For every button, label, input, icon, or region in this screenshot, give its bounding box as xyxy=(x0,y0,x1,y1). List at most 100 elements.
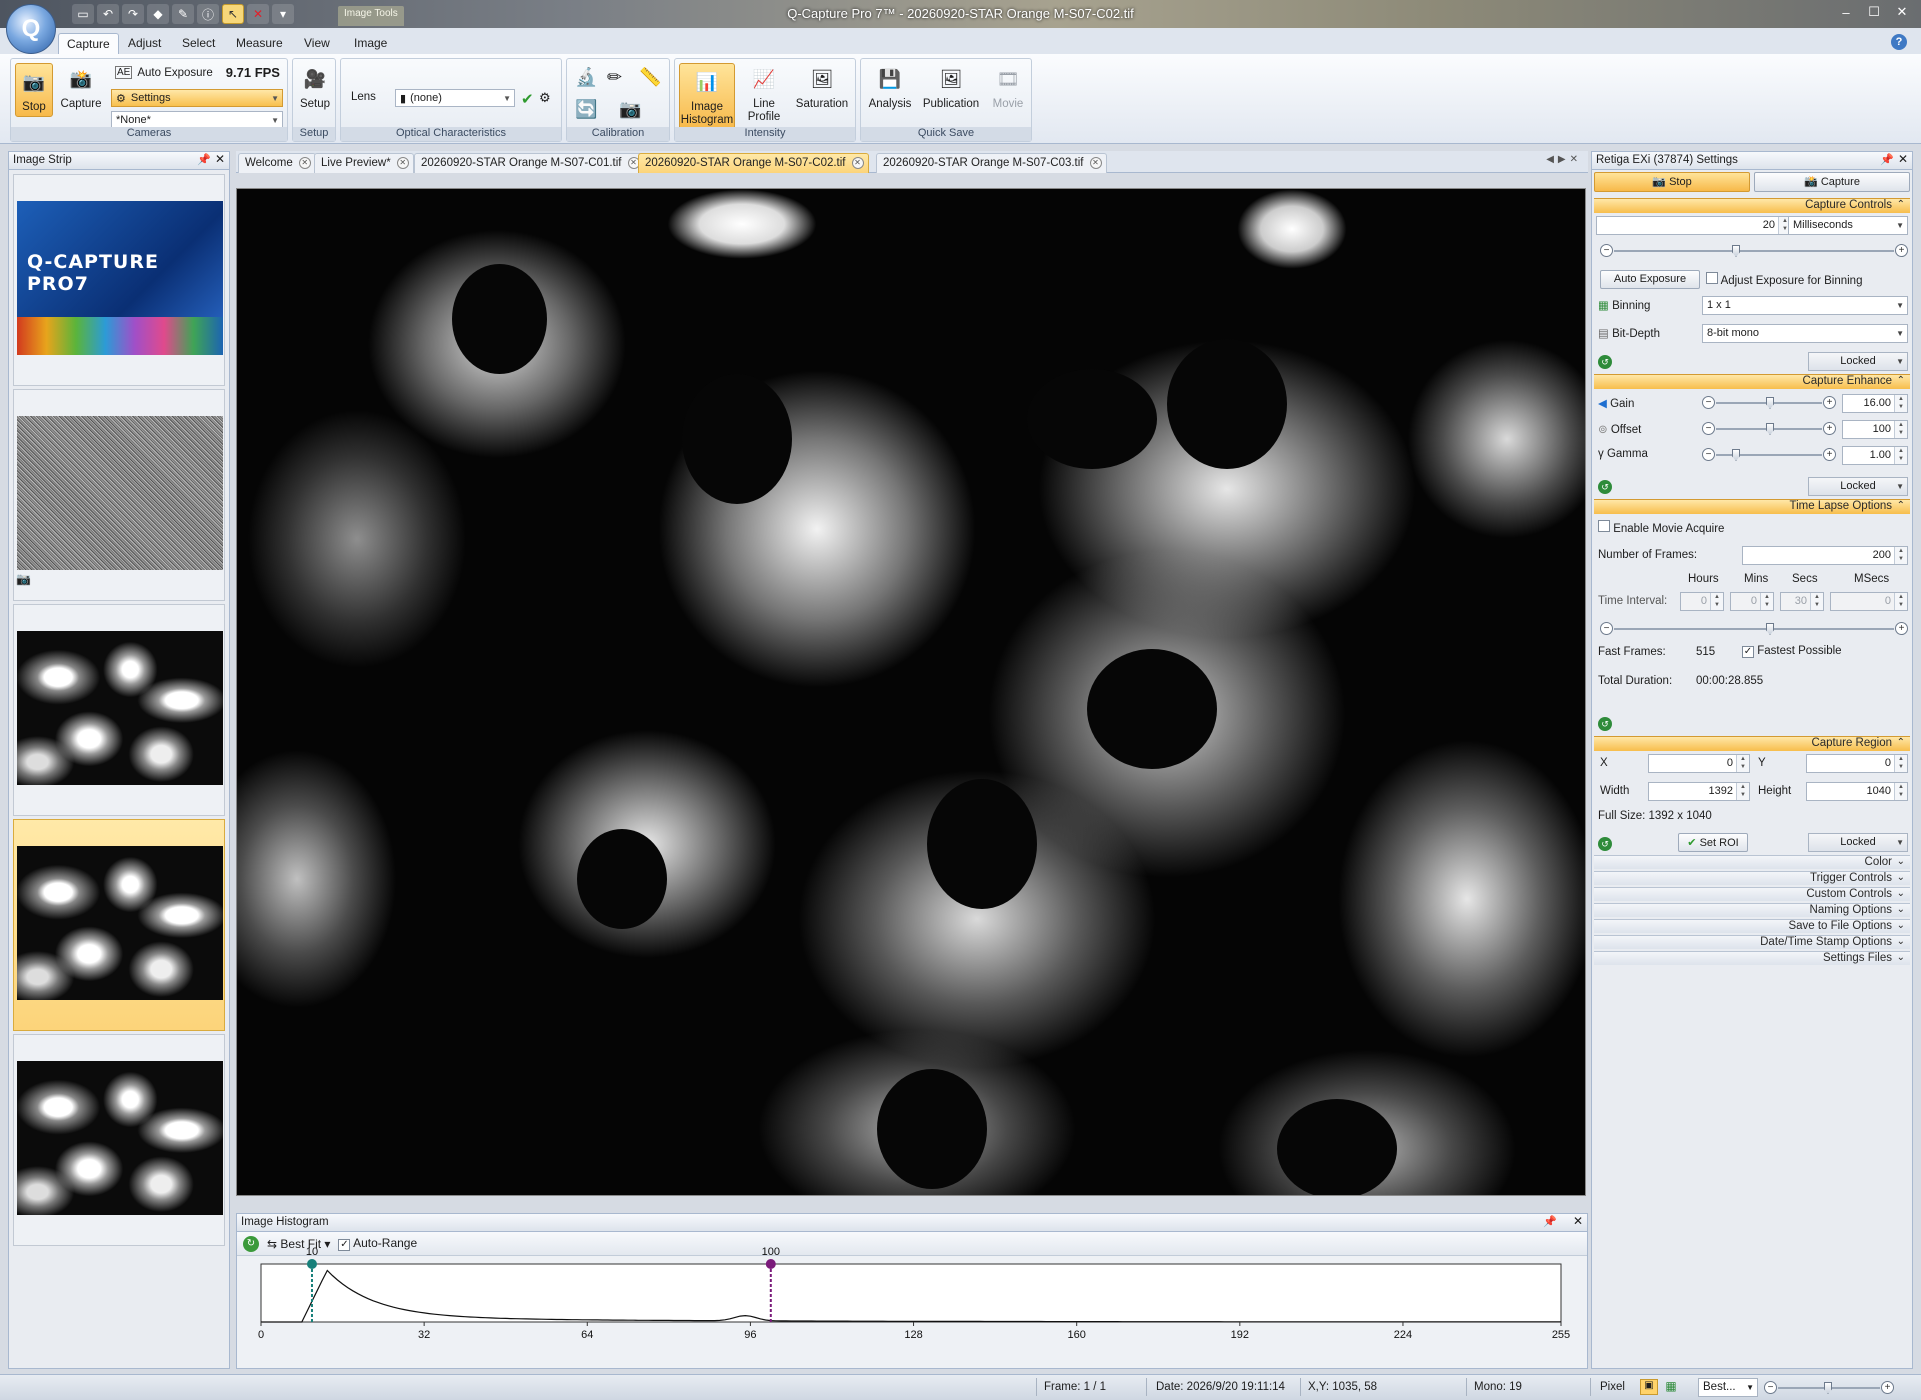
thumbnail-c01[interactable] xyxy=(13,604,225,816)
reset-icon[interactable]: ↺ xyxy=(1598,480,1612,494)
close-icon[interactable]: ✕ xyxy=(215,152,225,166)
lens-settings-icon[interactable]: ⚙ xyxy=(539,90,551,106)
ruler-icon[interactable]: 📏 xyxy=(639,67,661,88)
auto-exposure-button[interactable]: Auto Exposure xyxy=(1600,270,1700,289)
close-icon[interactable]: ✕ xyxy=(1573,1214,1583,1228)
trigger-controls-header[interactable]: Trigger Controls ⌄ xyxy=(1594,871,1910,885)
image-view-icon[interactable]: ▣ xyxy=(1640,1379,1658,1395)
naming-options-header[interactable]: Naming Options ⌄ xyxy=(1594,903,1910,917)
binning-dropdown[interactable]: 1 x 1 ▼ xyxy=(1702,296,1908,315)
tab-select[interactable]: Select xyxy=(174,33,223,54)
pencil-icon[interactable]: ✏ xyxy=(607,67,622,88)
save-to-file-header[interactable]: Save to File Options ⌄ xyxy=(1594,919,1910,933)
doc-tab-welcome[interactable]: Welcome ✕ xyxy=(238,153,316,173)
width-input[interactable]: 1392 ▲ ▼ xyxy=(1648,782,1750,801)
plus-icon[interactable]: + xyxy=(1895,622,1908,635)
set-roi-button[interactable]: ✔ Set ROI xyxy=(1678,833,1748,852)
pin-icon[interactable]: 📌 xyxy=(1543,1215,1557,1228)
capture-tab-button[interactable]: 📸 Capture xyxy=(1754,172,1910,192)
redo-icon[interactable]: ↷ xyxy=(122,4,144,24)
y-input[interactable]: 0 ▲ ▼ xyxy=(1806,754,1908,773)
apply-check-icon[interactable]: ✔ xyxy=(521,90,534,108)
spinner-icon[interactable]: ▲ ▼ xyxy=(1894,421,1907,438)
tools-icon[interactable]: ✎ xyxy=(172,4,194,24)
gamma-slider[interactable]: − + xyxy=(1702,448,1836,462)
spinner-icon[interactable]: ▲ ▼ xyxy=(1894,593,1907,610)
spinner-icon[interactable]: ▲ ▼ xyxy=(1736,783,1749,800)
doc-tab-c02[interactable]: 20260920-STAR Orange M-S07-C02.tif ✕ xyxy=(638,153,869,173)
slider-thumb[interactable] xyxy=(1766,623,1774,635)
plus-icon[interactable]: + xyxy=(1823,396,1836,409)
pin-icon[interactable]: 📌 xyxy=(1880,153,1894,166)
low-range-marker-handle[interactable] xyxy=(306,1259,317,1269)
spinner-icon[interactable]: ▲ ▼ xyxy=(1894,783,1907,800)
plus-icon[interactable]: + xyxy=(1895,244,1908,257)
zoom-slider[interactable]: − + xyxy=(1764,1381,1894,1395)
datetime-stamp-header[interactable]: Date/Time Stamp Options ⌄ xyxy=(1594,935,1910,949)
height-input[interactable]: 1040 ▲ ▼ xyxy=(1806,782,1908,801)
tab-adjust[interactable]: Adjust xyxy=(120,33,169,54)
movie-button[interactable]: 🎞 Movie xyxy=(987,63,1029,111)
camera-calib-icon[interactable]: 📷 xyxy=(619,99,641,120)
undo-icon[interactable]: ↶ xyxy=(97,4,119,24)
close-window-button[interactable]: ✕ xyxy=(1889,2,1915,22)
offset-input[interactable]: 100 ▲ ▼ xyxy=(1842,420,1908,439)
exposure-unit-dropdown[interactable]: Milliseconds ▼ xyxy=(1788,216,1908,235)
spinner-icon[interactable]: ▲ ▼ xyxy=(1894,547,1907,564)
offset-slider[interactable]: − + xyxy=(1702,422,1836,436)
minus-icon[interactable]: − xyxy=(1702,422,1715,435)
image-histogram-button[interactable]: 📊 Image Histogram xyxy=(679,63,735,130)
mins-input[interactable]: 0 ▲ ▼ xyxy=(1730,592,1774,611)
customize-qat-icon[interactable]: ▾ xyxy=(272,4,294,24)
close-tab-icon[interactable]: ✕ xyxy=(1089,157,1102,169)
line-profile-button[interactable]: 📈 Line Profile xyxy=(741,63,787,124)
capture-button[interactable]: 📸 Capture xyxy=(61,63,102,111)
bitdepth-dropdown[interactable]: 8-bit mono ▼ xyxy=(1702,324,1908,343)
capture-region-header[interactable]: Capture Region ⌃ xyxy=(1594,736,1910,751)
lens-combo[interactable]: ▮ (none) ▼ xyxy=(395,89,515,107)
x-input[interactable]: 0 ▲ ▼ xyxy=(1648,754,1750,773)
slider-thumb[interactable] xyxy=(1766,397,1774,409)
info-icon[interactable]: ⓘ xyxy=(197,4,219,24)
slider-thumb[interactable] xyxy=(1824,1382,1832,1394)
msecs-input[interactable]: 0 ▲ ▼ xyxy=(1830,592,1908,611)
secs-input[interactable]: 30 ▲ ▼ xyxy=(1780,592,1824,611)
plus-icon[interactable]: + xyxy=(1881,1381,1894,1394)
delete-icon[interactable]: ✕ xyxy=(247,4,269,24)
calibrate-icon[interactable]: 🔬 xyxy=(575,67,597,88)
locked-dropdown[interactable]: Locked ▼ xyxy=(1808,352,1908,371)
time-lapse-header[interactable]: Time Lapse Options ⌃ xyxy=(1594,499,1910,514)
adjust-binning-checkbox[interactable]: Adjust Exposure for Binning xyxy=(1706,272,1862,287)
stop-button[interactable]: 📷 Stop xyxy=(15,63,53,117)
thumbnail-welcome[interactable]: Q-CAPTURE PRO7 xyxy=(13,174,225,386)
maximize-button[interactable]: ☐ xyxy=(1861,2,1887,22)
minus-icon[interactable]: − xyxy=(1600,244,1613,257)
gain-input[interactable]: 16.00 ▲ ▼ xyxy=(1842,394,1908,413)
spinner-icon[interactable]: ▲ ▼ xyxy=(1894,395,1907,412)
grid-icon[interactable]: ▦ xyxy=(1662,1379,1680,1395)
analysis-button[interactable]: 💾 Analysis xyxy=(865,63,915,111)
tab-image[interactable]: Image xyxy=(346,33,395,54)
slider-thumb[interactable] xyxy=(1732,245,1740,257)
close-tab-icon[interactable]: ✕ xyxy=(298,157,311,169)
locked-dropdown[interactable]: Locked ▼ xyxy=(1808,833,1908,852)
pointer-icon[interactable]: ↖ xyxy=(222,4,244,24)
hours-input[interactable]: 0 ▲ ▼ xyxy=(1680,592,1724,611)
high-range-marker-handle[interactable] xyxy=(765,1259,776,1269)
exposure-input[interactable]: 20 ▲ ▼ xyxy=(1596,216,1792,235)
doc-tab-c01[interactable]: 20260920-STAR Orange M-S07-C01.tif ✕ xyxy=(414,153,645,173)
gamma-input[interactable]: 1.00 ▲ ▼ xyxy=(1842,446,1908,465)
thumbnail-c03[interactable] xyxy=(13,1034,225,1246)
close-icon[interactable]: ✕ xyxy=(1898,152,1908,166)
reset-icon[interactable]: ↺ xyxy=(1598,837,1612,851)
spinner-icon[interactable]: ▲ ▼ xyxy=(1894,447,1907,464)
locked-dropdown[interactable]: Locked ▼ xyxy=(1808,477,1908,496)
help-icon[interactable]: ? xyxy=(1891,34,1907,50)
slider-thumb[interactable] xyxy=(1732,449,1740,461)
settings-files-header[interactable]: Settings Files ⌄ xyxy=(1594,951,1910,965)
thumbnail-c02[interactable] xyxy=(13,819,225,1031)
spinner-icon[interactable]: ▲ ▼ xyxy=(1894,755,1907,772)
tab-measure[interactable]: Measure xyxy=(228,33,291,54)
doc-tab-live-preview[interactable]: Live Preview* ✕ xyxy=(314,153,414,173)
minus-icon[interactable]: − xyxy=(1764,1381,1777,1394)
